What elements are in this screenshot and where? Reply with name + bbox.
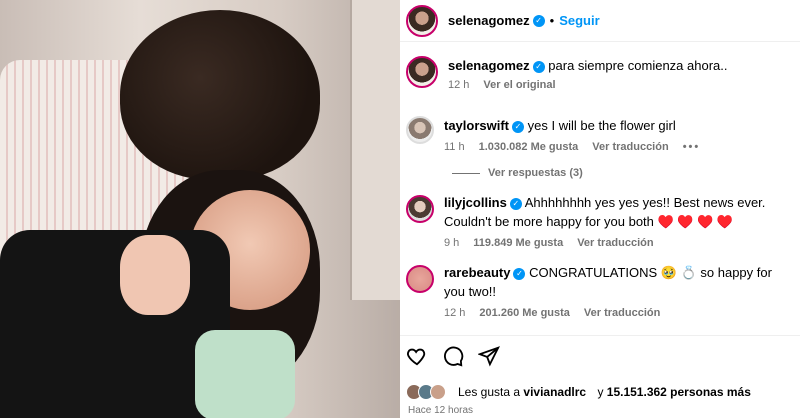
liker-username[interactable]: vivianadlrc — [523, 385, 586, 399]
separator-dot: • — [549, 13, 555, 28]
share-icon[interactable] — [478, 345, 500, 367]
caption-time: 12 h — [448, 79, 470, 91]
caption-text: para siempre comienza ahora.. — [548, 58, 728, 73]
follow-button[interactable]: Seguir — [559, 13, 599, 28]
likes-prefix: Les gusta a — [458, 385, 521, 399]
comment-icon[interactable] — [442, 345, 464, 367]
comment-list: selenagomez ✓ para siempre comienza ahora… — [400, 52, 800, 319]
likes-count[interactable]: 15.151.362 personas más — [607, 385, 751, 399]
comment-row: taylorswift ✓ yes I will be the flower gi… — [400, 112, 800, 153]
likes-joiner: y — [597, 385, 604, 399]
actions-divider — [400, 335, 800, 336]
replies-line — [452, 172, 480, 174]
post-photo[interactable] — [0, 0, 400, 418]
photo-curly-hair — [120, 10, 320, 180]
comment-username[interactable]: lilyjcollins — [444, 195, 507, 210]
view-replies[interactable]: Ver respuestas (3) — [452, 167, 800, 179]
author-avatar[interactable] — [406, 4, 438, 37]
photo-door — [350, 0, 400, 300]
photo-sleeve — [195, 330, 295, 418]
comment-row: rarebeauty ✓ CONGRATULATIONS 🥹 💍 so happy… — [400, 261, 800, 319]
comment-time: 12 h — [444, 307, 466, 319]
post-actions — [406, 345, 500, 367]
instagram-post: selenagomez ✓ • Seguir selenagomez ✓ para… — [0, 0, 800, 418]
comment-username[interactable]: rarebeauty — [444, 265, 510, 280]
translate-button[interactable]: Ver traducción — [592, 141, 668, 153]
verified-badge-icon: ✓ — [512, 120, 525, 133]
comment-username[interactable]: taylorswift — [444, 118, 509, 133]
author-username[interactable]: selenagomez — [448, 13, 530, 28]
more-options-icon[interactable]: ••• — [683, 141, 701, 153]
comment-likes[interactable]: 1.030.082 Me gusta — [479, 141, 579, 153]
comment-avatar[interactable] — [406, 265, 434, 293]
photo-hand-ring — [120, 235, 190, 315]
post-timestamp: Hace 12 horas — [408, 405, 474, 416]
translate-button[interactable]: Ver traducción — [584, 307, 660, 319]
comment-avatar[interactable] — [406, 116, 434, 144]
caption-username[interactable]: selenagomez — [448, 58, 530, 73]
comment-time: 11 h — [444, 141, 465, 153]
heart-icon[interactable] — [406, 345, 428, 367]
comments-panel: selenagomez ✓ • Seguir selenagomez ✓ para… — [400, 0, 800, 418]
comment-time: 9 h — [444, 237, 460, 249]
see-original-button[interactable]: Ver el original — [483, 79, 555, 91]
post-header: selenagomez ✓ • Seguir — [400, 0, 800, 42]
comment-likes[interactable]: 119.849 Me gusta — [473, 237, 563, 249]
verified-badge-icon: ✓ — [509, 197, 522, 210]
liker-avatar — [430, 384, 446, 400]
comment-text: yes I will be the flower girl — [527, 118, 676, 133]
comment-avatar[interactable] — [406, 195, 434, 223]
translate-button[interactable]: Ver traducción — [577, 237, 653, 249]
caption-avatar[interactable] — [406, 56, 438, 88]
comment-row: lilyjcollins ✓ Ahhhhhhhh yes yes yes!! Be… — [400, 191, 800, 249]
caption-row: selenagomez ✓ para siempre comienza ahora… — [400, 52, 800, 104]
view-replies-label[interactable]: Ver respuestas (3) — [488, 167, 583, 179]
likes-summary: Les gusta a vivianadlrc y 15.151.362 per… — [406, 384, 751, 400]
verified-badge-icon: ✓ — [513, 267, 526, 280]
comment-likes[interactable]: 201.260 Me gusta — [479, 307, 570, 319]
verified-badge-icon: ✓ — [532, 60, 545, 73]
verified-badge-icon: ✓ — [532, 14, 545, 27]
